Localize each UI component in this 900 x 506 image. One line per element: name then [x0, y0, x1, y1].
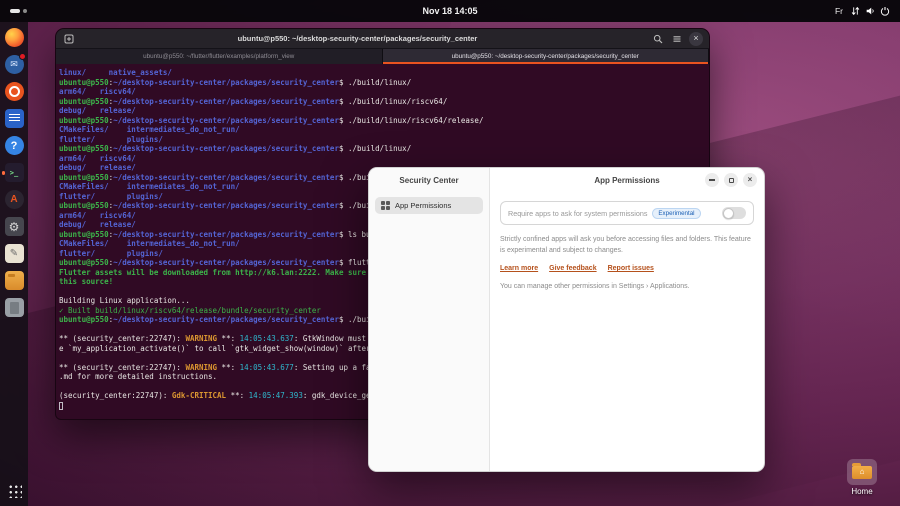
security-center-header: App Permissions ×	[490, 168, 764, 192]
running-indicator	[2, 171, 5, 175]
close-button[interactable]: ×	[743, 173, 757, 187]
security-center-main: App Permissions × Require apps to ask fo…	[490, 168, 764, 471]
show-apps-icon	[7, 483, 22, 498]
security-center-window[interactable]: Security Center App Permissions App Perm…	[368, 167, 765, 472]
new-tab-button[interactable]	[62, 32, 76, 46]
sidebar-item-label: App Permissions	[395, 201, 451, 210]
settings-icon: ⚙	[5, 217, 24, 236]
dock-item-firefox[interactable]	[2, 26, 26, 49]
page-title: App Permissions	[594, 176, 659, 185]
terminal-prompt-line: ubuntu@p550:~/desktop-security-center/pa…	[59, 116, 709, 126]
dock-item-show-apps[interactable]	[2, 479, 26, 502]
permission-setting-row: Require apps to ask for system permissio…	[500, 201, 754, 225]
writer-icon	[5, 109, 24, 128]
app-center-icon	[5, 82, 24, 101]
link-report-issues[interactable]: Report issues	[608, 265, 654, 272]
app-a-icon: A	[5, 190, 24, 209]
apps-grid-icon	[381, 201, 390, 210]
home-icon-box: ⌂	[847, 459, 877, 485]
power-icon	[880, 6, 890, 16]
screen: Nov 18 14:05 Fr ✉?>_A⚙✎ ubuntu@p5	[0, 0, 900, 506]
terminal-line: arm64/ riscv64/	[59, 154, 709, 164]
search-icon[interactable]	[651, 32, 665, 46]
link-learn-more[interactable]: Learn more	[500, 265, 538, 272]
terminal-header: ubuntu@p550: ~/desktop-security-center/p…	[56, 29, 709, 49]
app-permissions-content: Require apps to ask for system permissio…	[490, 192, 764, 299]
permission-toggle-switch[interactable]	[722, 207, 746, 219]
permissions-links: Learn more Give feedback Report issues	[500, 265, 754, 272]
keyboard-layout-indicator[interactable]: Fr	[835, 6, 843, 16]
dock-item-terminal[interactable]: >_	[2, 161, 26, 184]
dock-item-trash[interactable]	[2, 296, 26, 319]
permissions-footer-note: You can manage other permissions in Sett…	[500, 283, 754, 290]
dock-item-settings[interactable]: ⚙	[2, 215, 26, 238]
notification-badge	[19, 53, 26, 60]
menu-icon[interactable]	[670, 32, 684, 46]
system-status-area[interactable]: Fr	[835, 6, 890, 16]
minimize-button[interactable]	[705, 173, 719, 187]
trash-icon	[5, 298, 24, 317]
dock-item-files[interactable]	[2, 269, 26, 292]
dock-item-app-center[interactable]	[2, 80, 26, 103]
terminal-title: ubuntu@p550: ~/desktop-security-center/p…	[116, 34, 599, 43]
security-center-sidebar: Security Center App Permissions	[369, 168, 490, 471]
dock-item-help[interactable]: ?	[2, 134, 26, 157]
dock-item-app-a[interactable]: A	[2, 188, 26, 211]
terminal-close-button[interactable]: ×	[689, 32, 703, 46]
home-shortcut[interactable]: ⌂ Home	[836, 459, 888, 496]
terminal-prompt-line: ubuntu@p550:~/desktop-security-center/pa…	[59, 144, 709, 154]
volume-icon	[865, 6, 875, 16]
sidebar-title: Security Center	[369, 168, 489, 192]
terminal-prompt-line: ubuntu@p550:~/desktop-security-center/pa…	[59, 78, 709, 88]
terminal-line: arm64/ riscv64/	[59, 87, 709, 97]
files-icon	[5, 271, 24, 290]
home-label: Home	[851, 487, 872, 496]
dock-item-writer[interactable]	[2, 107, 26, 130]
clock[interactable]: Nov 18 14:05	[0, 6, 900, 16]
terminal-line: CMakeFiles/ intermediates_do_not_run/	[59, 125, 709, 135]
terminal-icon: >_	[5, 163, 24, 182]
help-icon: ?	[5, 136, 24, 155]
permission-setting-label: Require apps to ask for system permissio…	[508, 209, 647, 218]
top-bar: Nov 18 14:05 Fr	[0, 0, 900, 22]
dock-item-text-editor[interactable]: ✎	[2, 242, 26, 265]
terminal-tab[interactable]: ubuntu@p550: ~/flutter/flutter/examples/…	[56, 49, 383, 64]
terminal-line: debug/ release/	[59, 106, 709, 116]
link-give-feedback[interactable]: Give feedback	[549, 265, 596, 272]
network-icon	[851, 6, 860, 16]
text-editor-icon: ✎	[5, 244, 24, 263]
dock-item-thunderbird[interactable]: ✉	[2, 53, 26, 76]
terminal-tab-active[interactable]: ubuntu@p550: ~/desktop-security-center/p…	[383, 49, 710, 64]
experimental-badge: Experimental	[652, 208, 700, 219]
terminal-tabbar: ubuntu@p550: ~/flutter/flutter/examples/…	[56, 49, 709, 64]
dock: ✉? >_ A ⚙ ✎	[0, 22, 28, 506]
terminal-cursor	[59, 402, 63, 410]
toggle-knob	[723, 208, 734, 219]
sidebar-item-app-permissions[interactable]: App Permissions	[375, 197, 483, 214]
terminal-prompt-line: ubuntu@p550:~/desktop-security-center/pa…	[59, 97, 709, 107]
terminal-line: linux/ native_assets/	[59, 68, 709, 78]
terminal-line: flutter/ plugins/	[59, 135, 709, 145]
home-folder-icon: ⌂	[852, 466, 872, 479]
maximize-button[interactable]	[724, 173, 738, 187]
permission-description: Strictly confined apps will ask you befo…	[500, 235, 754, 256]
firefox-icon	[5, 28, 24, 47]
